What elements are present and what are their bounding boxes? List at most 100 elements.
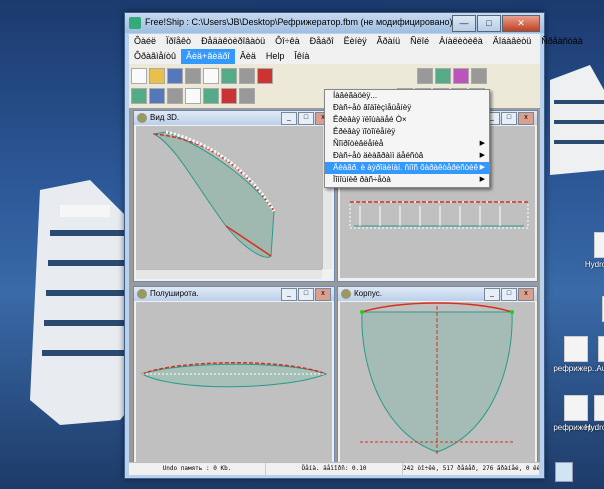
view-icon (137, 113, 147, 123)
submenu-arrow-icon: ▶ (479, 140, 485, 147)
view-point-icon[interactable] (239, 88, 255, 104)
menu-row-2: Ôðàãìåíòû Âèä+ãèäðî Âèä Help Îêíà (129, 49, 540, 64)
submenu-arrow-icon: ▶ (479, 176, 485, 183)
status-bar: Undo память : 0 Kb. Öåíà. äåïîðñ: 0.10 2… (129, 462, 540, 475)
save-file-icon[interactable] (167, 68, 183, 84)
lock-icon[interactable] (417, 68, 433, 84)
hull-plan-drawing (140, 362, 328, 388)
dropdown-item-2[interactable]: Êðèâàÿ ïëîùàäåé Ò× (325, 114, 489, 126)
menu-item-1[interactable]: Ïðîåêò (161, 34, 196, 49)
arc-icon[interactable] (471, 68, 487, 84)
dropdown-item-6[interactable]: Äèàãð. è àýðîäèíàì. ñíîñ õàðàêòåðèñòèê ▶ (325, 162, 489, 174)
menu-row-1: Ôàéë Ïðîåêò Ðåäàêòèðîâàòü Ôî÷êà Ðåáðî Ëèíèÿ Ãð… (129, 34, 583, 49)
view-3d-window[interactable]: Вид 3D. _ □ x (133, 110, 335, 282)
dropdown-item-1[interactable]: Ðàñ÷åò âîäîèçìåùåíèÿ (325, 102, 489, 114)
menu-item-0[interactable]: Ôàéë (129, 34, 161, 49)
view-body-minimize-icon[interactable]: _ (484, 288, 500, 301)
menu-item-10[interactable]: Ñðåäñòâà (536, 34, 588, 49)
menu-item-3[interactable]: Ôî÷êà (270, 34, 304, 49)
freeship-window: Free!Ship : C:\Users\JB\Desktop\Рефрижер… (124, 12, 583, 479)
view-profile-close-icon[interactable]: x (518, 112, 534, 125)
desktop-icon-5[interactable]: уча (586, 296, 604, 333)
view-body-close-icon[interactable]: x (518, 288, 534, 301)
file-icon (594, 395, 604, 421)
view-hull-icon[interactable] (203, 88, 219, 104)
view-profile-maximize-icon[interactable]: □ (501, 112, 517, 125)
menu-item-row2-4[interactable]: Îêíà (289, 49, 314, 64)
file-icon (598, 336, 604, 362)
menu-item-5[interactable]: Ëèíèÿ (339, 34, 372, 49)
desktop-icon-label: Hydro Propl (584, 260, 604, 269)
hydro-dropdown-menu: Íàâèãàöèÿ... Ðàñ÷åò âîäîèçìåùåíèÿ Êðèâàÿ ï… (324, 89, 490, 188)
view-3d-canvas[interactable] (136, 126, 322, 269)
status-geometry-counts: 242 òî÷êè, 517 ðåáåð, 276 ãðàíåé, 0 ëèíè… (403, 463, 540, 475)
view-fill-icon[interactable] (185, 88, 201, 104)
edit-icon[interactable] (239, 68, 255, 84)
client-area: Ôàéë Ïðîåêò Ðåäàêòèðîâàòü Ôî÷êà Ðåáðî Ëèíèÿ Ãð… (129, 34, 583, 475)
toolbar-row-1 (131, 66, 487, 86)
view-plan-window[interactable]: Полуширота. _ □ x (133, 286, 335, 466)
spline-icon[interactable] (453, 68, 469, 84)
desktop-icon-1[interactable]: Autc 20 (582, 336, 604, 373)
view-body-canvas[interactable] (340, 302, 535, 462)
view-mesh-icon[interactable] (167, 88, 183, 104)
hull-3d-drawing (152, 130, 276, 258)
dropdown-item-0[interactable]: Íàâèãàöèÿ... (325, 90, 489, 102)
dropdown-item-4[interactable]: Ñîïðîòèâëåíèå ▶ (325, 138, 489, 150)
view-3d-hscroll[interactable] (136, 269, 322, 279)
view-3d-maximize-icon[interactable]: □ (298, 112, 314, 125)
taskbar-app-icon[interactable] (555, 462, 573, 482)
delete-icon[interactable] (257, 68, 273, 84)
view-icon (341, 289, 351, 299)
app-icon (129, 17, 141, 29)
view-plan-minimize-icon[interactable]: _ (281, 288, 297, 301)
curve-icon[interactable] (435, 68, 451, 84)
menu-item-7[interactable]: Ñëîé (405, 34, 434, 49)
dropdown-item-label: Êðèâàÿ ïëîùàäåé Ò× (333, 115, 407, 124)
menu-item-row2-3[interactable]: Help (261, 49, 290, 64)
dropdown-item-label: Ïîìîùíèê ðàñ÷åòà (333, 175, 391, 184)
title-bar[interactable]: Free!Ship : C:\Users\JB\Desktop\Рефрижер… (125, 13, 544, 33)
view-body-maximize-icon[interactable]: □ (501, 288, 517, 301)
tool-icon[interactable] (203, 68, 219, 84)
view-plan-close-icon[interactable]: x (315, 288, 331, 301)
maximize-button[interactable]: □ (477, 15, 501, 32)
view-plan-canvas[interactable] (136, 302, 332, 462)
layer-icon[interactable] (221, 68, 237, 84)
dropdown-item-label: Êðèâàÿ ïîòîïëåíèÿ (333, 127, 396, 136)
menu-item-2[interactable]: Ðåäàêòèðîâàòü (196, 34, 270, 49)
dropdown-item-7[interactable]: Ïîìîùíèê ðàñ÷åòà ▶ (325, 174, 489, 186)
dropdown-item-label: Äèàãð. è àýðîäèíàì. ñíîñ õàðàêòåðèñòèê (333, 163, 479, 172)
menu-bar: Ôàéë Ïðîåêò Ðåäàêòèðîâàòü Ôî÷êà Ðåáðî Ëèíèÿ Ãð… (129, 34, 583, 64)
view-red-icon[interactable] (221, 88, 237, 104)
desktop-icon-label: Autc 20 (596, 364, 604, 373)
view-3d-minimize-icon[interactable]: _ (281, 112, 297, 125)
menu-item-row2-1[interactable]: Âèä+ãèäðî (181, 49, 235, 64)
menu-item-6[interactable]: Ãðàíü (372, 34, 406, 49)
close-button[interactable]: ✕ (502, 15, 540, 32)
view-plan-maximize-icon[interactable]: □ (298, 288, 314, 301)
menu-item-4[interactable]: Ðåáðî (305, 34, 339, 49)
menu-item-8[interactable]: Àíàëèòèêà (434, 34, 488, 49)
open-file-icon[interactable] (149, 68, 165, 84)
view-body-title: Корпус. (354, 289, 383, 298)
file-icon (594, 232, 604, 258)
desktop-icon-label: Hydro Propl (584, 423, 604, 432)
dropdown-item-label: Ñîïðîòèâëåíèå (333, 139, 384, 148)
menu-item-row2-2[interactable]: Âèä (235, 49, 261, 64)
view-body-window[interactable]: Корпус. _ □ x (337, 286, 538, 466)
menu-item-9[interactable]: Äîáàâèòü (488, 34, 537, 49)
minimize-button[interactable]: — (452, 15, 476, 32)
menu-item-row2-0[interactable]: Ôðàãìåíòû (129, 49, 181, 64)
dropdown-item-3[interactable]: Êðèâàÿ ïîòîïëåíèÿ (325, 126, 489, 138)
view-grid-icon[interactable] (149, 88, 165, 104)
desktop-icon-4[interactable]: Hydro Propl (578, 232, 604, 269)
desktop-icon-3[interactable]: Hydro Propl (578, 395, 604, 432)
desktop-icon-label: уча (586, 324, 604, 333)
view-3d-title: Вид 3D. (150, 113, 180, 122)
dropdown-item-5[interactable]: Ðàñ÷åò äèàãðàìì äåéñòâ ▶ (325, 150, 489, 162)
status-precision: Öåíà. äåïîðñ: 0.10 (266, 463, 403, 475)
print-icon[interactable] (185, 68, 201, 84)
new-file-icon[interactable] (131, 68, 147, 84)
view-3d-icon[interactable] (131, 88, 147, 104)
